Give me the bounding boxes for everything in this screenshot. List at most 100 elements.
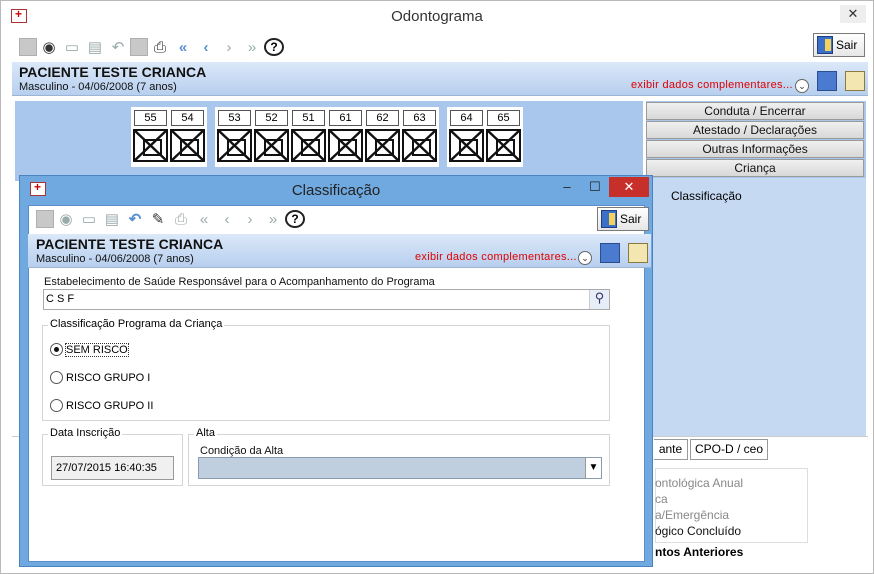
tooth[interactable]: 61 xyxy=(328,110,363,164)
list-item[interactable]: ógico Concluído xyxy=(655,524,741,538)
radio-label: SEM RISCO xyxy=(65,342,129,357)
data-inscricao-field[interactable]: 27/07/2015 16:40:35 xyxy=(51,456,174,480)
tooth-number: 52 xyxy=(255,110,288,126)
tooth[interactable]: 55 xyxy=(133,110,168,164)
crianca-pane xyxy=(646,178,866,436)
radio-button[interactable] xyxy=(50,343,63,356)
last-icon[interactable]: » xyxy=(241,36,263,58)
tooth-diagram[interactable] xyxy=(402,129,437,162)
shield-user-icon[interactable] xyxy=(600,243,620,263)
dialog-sair-button[interactable]: Sair xyxy=(597,207,649,231)
radio-button[interactable] xyxy=(50,399,63,412)
tooth[interactable]: 63 xyxy=(402,110,437,164)
tooth-diagram[interactable] xyxy=(217,129,252,162)
exibir-link[interactable]: exibir dados complementares... xyxy=(631,79,793,91)
last-icon[interactable]: » xyxy=(262,208,284,230)
tooth-diagram[interactable] xyxy=(328,129,363,162)
contact-card-icon[interactable] xyxy=(845,71,865,91)
tooth-group-2: 53 52 51 61 62 63 xyxy=(215,107,439,167)
help-icon[interactable]: ? xyxy=(285,210,305,228)
sair-label: Sair xyxy=(836,38,858,52)
first-icon[interactable]: « xyxy=(172,36,194,58)
tooth-diagram[interactable] xyxy=(291,129,326,162)
classificacao-link[interactable]: Classificação xyxy=(671,189,742,203)
tooth[interactable]: 62 xyxy=(365,110,400,164)
radio-button[interactable] xyxy=(50,371,63,384)
binoculars-icon[interactable]: ◉ xyxy=(55,208,77,230)
tooth-number: 51 xyxy=(292,110,325,126)
tab-cpo-d-ceo[interactable]: CPO-D / ceo xyxy=(690,439,768,460)
radio-label: RISCO GRUPO II xyxy=(66,399,154,412)
tooth-group-1: 55 54 xyxy=(131,107,207,167)
tab-atestado-declaracoes[interactable]: Atestado / Declarações xyxy=(646,121,864,139)
chevron-down-icon[interactable]: ▼ xyxy=(585,458,601,478)
tooth-diagram[interactable] xyxy=(170,129,205,162)
print-icon[interactable]: ⎙ xyxy=(149,36,171,58)
undo-icon[interactable]: ↶ xyxy=(107,36,129,58)
tooth[interactable]: 53 xyxy=(217,110,252,164)
undo-icon[interactable]: ↶ xyxy=(124,208,146,230)
first-icon[interactable]: « xyxy=(193,208,215,230)
dialog-exibir-link[interactable]: exibir dados complementares... xyxy=(415,251,577,263)
next-icon[interactable]: › xyxy=(239,208,261,230)
main-titlebar: Odontograma ✕ xyxy=(1,1,873,32)
radio-risco-grupo-ii[interactable]: RISCO GRUPO II xyxy=(50,399,153,412)
chevron-down-icon[interactable]: ⌄ xyxy=(578,251,592,265)
section-heading: ntos Anteriores xyxy=(655,545,744,559)
radio-sem-risco[interactable]: SEM RISCO xyxy=(50,342,129,357)
estab-field[interactable]: C S F xyxy=(43,289,610,310)
list-item[interactable]: ca xyxy=(655,492,668,506)
contact-card-icon[interactable] xyxy=(628,243,648,263)
maximize-button[interactable]: ☐ xyxy=(584,177,606,197)
tooth[interactable]: 54 xyxy=(170,110,205,164)
data-inscricao-label: Data Inscrição xyxy=(48,427,123,439)
tab-partial[interactable]: ante xyxy=(654,439,688,460)
next-icon[interactable]: › xyxy=(218,36,240,58)
save-icon[interactable]: ✎ xyxy=(147,208,169,230)
tooth[interactable]: 51 xyxy=(291,110,326,164)
new-icon[interactable] xyxy=(36,210,54,228)
tooth-diagram[interactable] xyxy=(365,129,400,162)
tooth-diagram[interactable] xyxy=(133,129,168,162)
search-icon[interactable]: ⚲ xyxy=(589,290,609,309)
print-icon[interactable]: ⎙ xyxy=(170,208,192,230)
tooth[interactable]: 64 xyxy=(449,110,484,164)
tooth-number: 61 xyxy=(329,110,362,126)
tooth-number: 62 xyxy=(366,110,399,126)
list-item[interactable]: a/Emergência xyxy=(655,508,729,522)
prev-icon[interactable]: ‹ xyxy=(216,208,238,230)
tooth-diagram[interactable] xyxy=(449,129,484,162)
door-icon xyxy=(601,210,617,228)
eraser-icon[interactable]: ▭ xyxy=(61,36,83,58)
list-item[interactable]: ontológica Anual xyxy=(655,476,743,490)
tab-conduta-encerrar[interactable]: Conduta / Encerrar xyxy=(646,102,864,120)
help-icon[interactable]: ? xyxy=(264,38,284,56)
trash-icon[interactable]: ▤ xyxy=(84,36,106,58)
prev-icon[interactable]: ‹ xyxy=(195,36,217,58)
radio-risco-grupo-i[interactable]: RISCO GRUPO I xyxy=(50,371,150,384)
sair-button[interactable]: Sair xyxy=(813,33,865,57)
patient-info: Masculino - 04/06/2008 (7 anos) xyxy=(19,81,177,93)
chevron-down-icon[interactable]: ⌄ xyxy=(795,79,809,93)
dialog-close-button[interactable]: ✕ xyxy=(609,177,649,197)
condicao-select[interactable] xyxy=(198,457,602,479)
condicao-label: Condição da Alta xyxy=(200,445,284,457)
radio-label: RISCO GRUPO I xyxy=(66,371,151,384)
tab-crianca[interactable]: Criança xyxy=(646,159,864,177)
tooth-diagram[interactable] xyxy=(254,129,289,162)
tooth[interactable]: 65 xyxy=(486,110,521,164)
tab-outras-informacoes[interactable]: Outras Informações xyxy=(646,140,864,158)
door-icon xyxy=(817,36,833,54)
edit-icon[interactable] xyxy=(130,38,148,56)
shield-user-icon[interactable] xyxy=(817,71,837,91)
trash-icon[interactable]: ▤ xyxy=(101,208,123,230)
tooth-diagram[interactable] xyxy=(486,129,521,162)
minimize-button[interactable]: – xyxy=(556,177,578,197)
binoculars-icon[interactable]: ◉ xyxy=(38,36,60,58)
eraser-icon[interactable]: ▭ xyxy=(78,208,100,230)
dialog-patient-info: Masculino - 04/06/2008 (7 anos) xyxy=(36,253,194,265)
main-close-button[interactable]: ✕ xyxy=(840,5,866,23)
tooth[interactable]: 52 xyxy=(254,110,289,164)
new-icon[interactable] xyxy=(19,38,37,56)
estab-label: Estabelecimento de Saúde Responsável par… xyxy=(44,276,435,288)
